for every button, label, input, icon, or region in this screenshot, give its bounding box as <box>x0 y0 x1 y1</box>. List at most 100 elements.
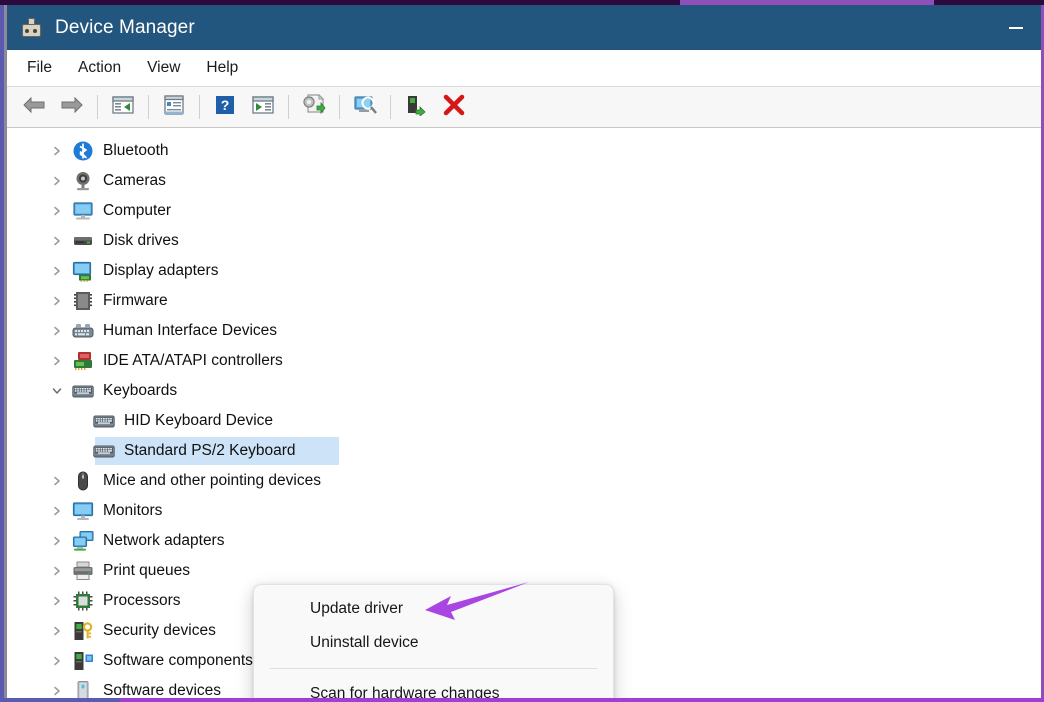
properties-button[interactable] <box>157 91 191 123</box>
forward-button[interactable] <box>55 91 89 123</box>
enable-device-button[interactable] <box>399 91 433 123</box>
chevron-right-icon[interactable] <box>49 655 65 667</box>
tree-item-label: Security devices <box>103 622 216 639</box>
tree-item-label: Keyboards <box>103 382 178 399</box>
uninstall-device-button[interactable] <box>437 91 471 123</box>
tree-item[interactable]: Mice and other pointing devices <box>7 466 1041 496</box>
tree-item[interactable]: Keyboards <box>7 376 1041 406</box>
tree-item[interactable]: Display adapters <box>7 256 1041 286</box>
chevron-down-icon[interactable] <box>49 385 65 397</box>
disk-drive-icon <box>72 230 94 252</box>
keyboard-icon <box>93 410 115 432</box>
tree-item[interactable]: Bluetooth <box>7 136 1041 166</box>
tree-item[interactable]: Computer <box>7 196 1041 226</box>
update-driver-button[interactable] <box>297 91 331 123</box>
uninstall-device-icon <box>443 94 465 121</box>
chevron-right-icon[interactable] <box>49 265 65 277</box>
tree-item-label: Monitors <box>103 502 163 519</box>
forward-arrow-icon <box>60 95 84 120</box>
tree-item[interactable]: Disk drives <box>7 226 1041 256</box>
chevron-right-icon[interactable] <box>49 565 65 577</box>
page-bottom-edge <box>0 698 1044 702</box>
tree-item-label: Bluetooth <box>103 142 169 159</box>
tree-item[interactable]: Monitors <box>7 496 1041 526</box>
title-bar: Device Manager <box>7 5 1041 50</box>
tree-item-label: Computer <box>103 202 172 219</box>
svg-text:?: ? <box>221 97 230 113</box>
tree-item-label: Mice and other pointing devices <box>103 472 321 489</box>
menu-file[interactable]: File <box>17 55 62 81</box>
ide-controller-icon <box>72 350 94 372</box>
enable-device-icon <box>405 94 427 121</box>
show-hide-console-tree-button[interactable] <box>246 91 280 123</box>
monitor-icon <box>72 500 94 522</box>
menu-view[interactable]: View <box>137 55 190 81</box>
tree-item[interactable]: HID Keyboard Device <box>7 406 1041 436</box>
tree-item-label: Display adapters <box>103 262 219 279</box>
toolbar: ? <box>7 86 1041 128</box>
chevron-right-icon[interactable] <box>49 205 65 217</box>
chevron-right-icon[interactable] <box>49 685 65 697</box>
update-driver-icon <box>302 93 326 121</box>
hid-icon <box>72 320 94 342</box>
chevron-right-icon[interactable] <box>49 595 65 607</box>
back-button[interactable] <box>17 91 51 123</box>
tree-item[interactable]: Cameras <box>7 166 1041 196</box>
tree-item-label: Network adapters <box>103 532 225 549</box>
tree-item[interactable]: Firmware <box>7 286 1041 316</box>
tree-item-label: Firmware <box>103 292 168 309</box>
chevron-right-icon[interactable] <box>49 625 65 637</box>
chevron-right-icon[interactable] <box>49 235 65 247</box>
up-one-level-button[interactable] <box>106 91 140 123</box>
up-one-level-icon <box>112 95 134 120</box>
page-bottom-edge-left <box>0 698 120 702</box>
tree-item[interactable]: Print queues <box>7 556 1041 586</box>
back-arrow-icon <box>22 95 46 120</box>
processor-icon <box>72 590 94 612</box>
ctx-scan-hardware-changes[interactable]: Scan for hardware changes <box>254 677 613 698</box>
chevron-right-icon[interactable] <box>49 355 65 367</box>
ctx-update-driver[interactable]: Update driver <box>254 592 613 626</box>
toolbar-separator <box>339 95 340 119</box>
chevron-right-icon[interactable] <box>49 535 65 547</box>
show-hide-console-tree-icon <box>252 95 274 120</box>
chevron-right-icon[interactable] <box>49 295 65 307</box>
tree-item-label: Print queues <box>103 562 191 579</box>
firmware-icon <box>72 290 94 312</box>
tree-item-label: HID Keyboard Device <box>124 412 274 429</box>
ctx-uninstall-device[interactable]: Uninstall device <box>254 626 613 660</box>
help-icon: ? <box>215 95 235 120</box>
display-adapter-icon <box>72 260 94 282</box>
scan-hardware-changes-icon <box>353 94 377 121</box>
keyboard-icon <box>72 380 94 402</box>
chevron-right-icon[interactable] <box>49 145 65 157</box>
tree-item-label: Software devices <box>103 682 222 698</box>
chevron-right-icon[interactable] <box>49 505 65 517</box>
tree-item[interactable]: Human Interface Devices <box>7 316 1041 346</box>
tree-item[interactable]: Network adapters <box>7 526 1041 556</box>
help-button[interactable]: ? <box>208 91 242 123</box>
window-controls <box>991 5 1041 50</box>
network-adapter-icon <box>72 530 94 552</box>
chevron-right-icon[interactable] <box>49 475 65 487</box>
menu-action[interactable]: Action <box>68 55 131 81</box>
chevron-right-icon[interactable] <box>49 325 65 337</box>
minimize-button[interactable] <box>991 5 1041 50</box>
tree-item-label: Software components <box>103 652 253 669</box>
context-menu: Update driver Uninstall device Scan for … <box>253 584 614 698</box>
scan-hardware-changes-button[interactable] <box>348 91 382 123</box>
bluetooth-icon <box>72 140 94 162</box>
printer-icon <box>72 560 94 582</box>
menu-bar: File Action View Help <box>7 50 1041 86</box>
security-device-icon <box>72 620 94 642</box>
tree-item[interactable]: Standard PS/2 Keyboard <box>7 436 1041 466</box>
window-title: Device Manager <box>55 16 195 38</box>
tree-item-label: Human Interface Devices <box>103 322 278 339</box>
menu-help[interactable]: Help <box>196 55 248 81</box>
chevron-right-icon[interactable] <box>49 175 65 187</box>
software-device-icon <box>72 680 94 698</box>
keyboard-icon <box>93 440 115 462</box>
tree-item[interactable]: IDE ATA/ATAPI controllers <box>7 346 1041 376</box>
toolbar-separator <box>288 95 289 119</box>
mouse-icon <box>72 470 94 492</box>
